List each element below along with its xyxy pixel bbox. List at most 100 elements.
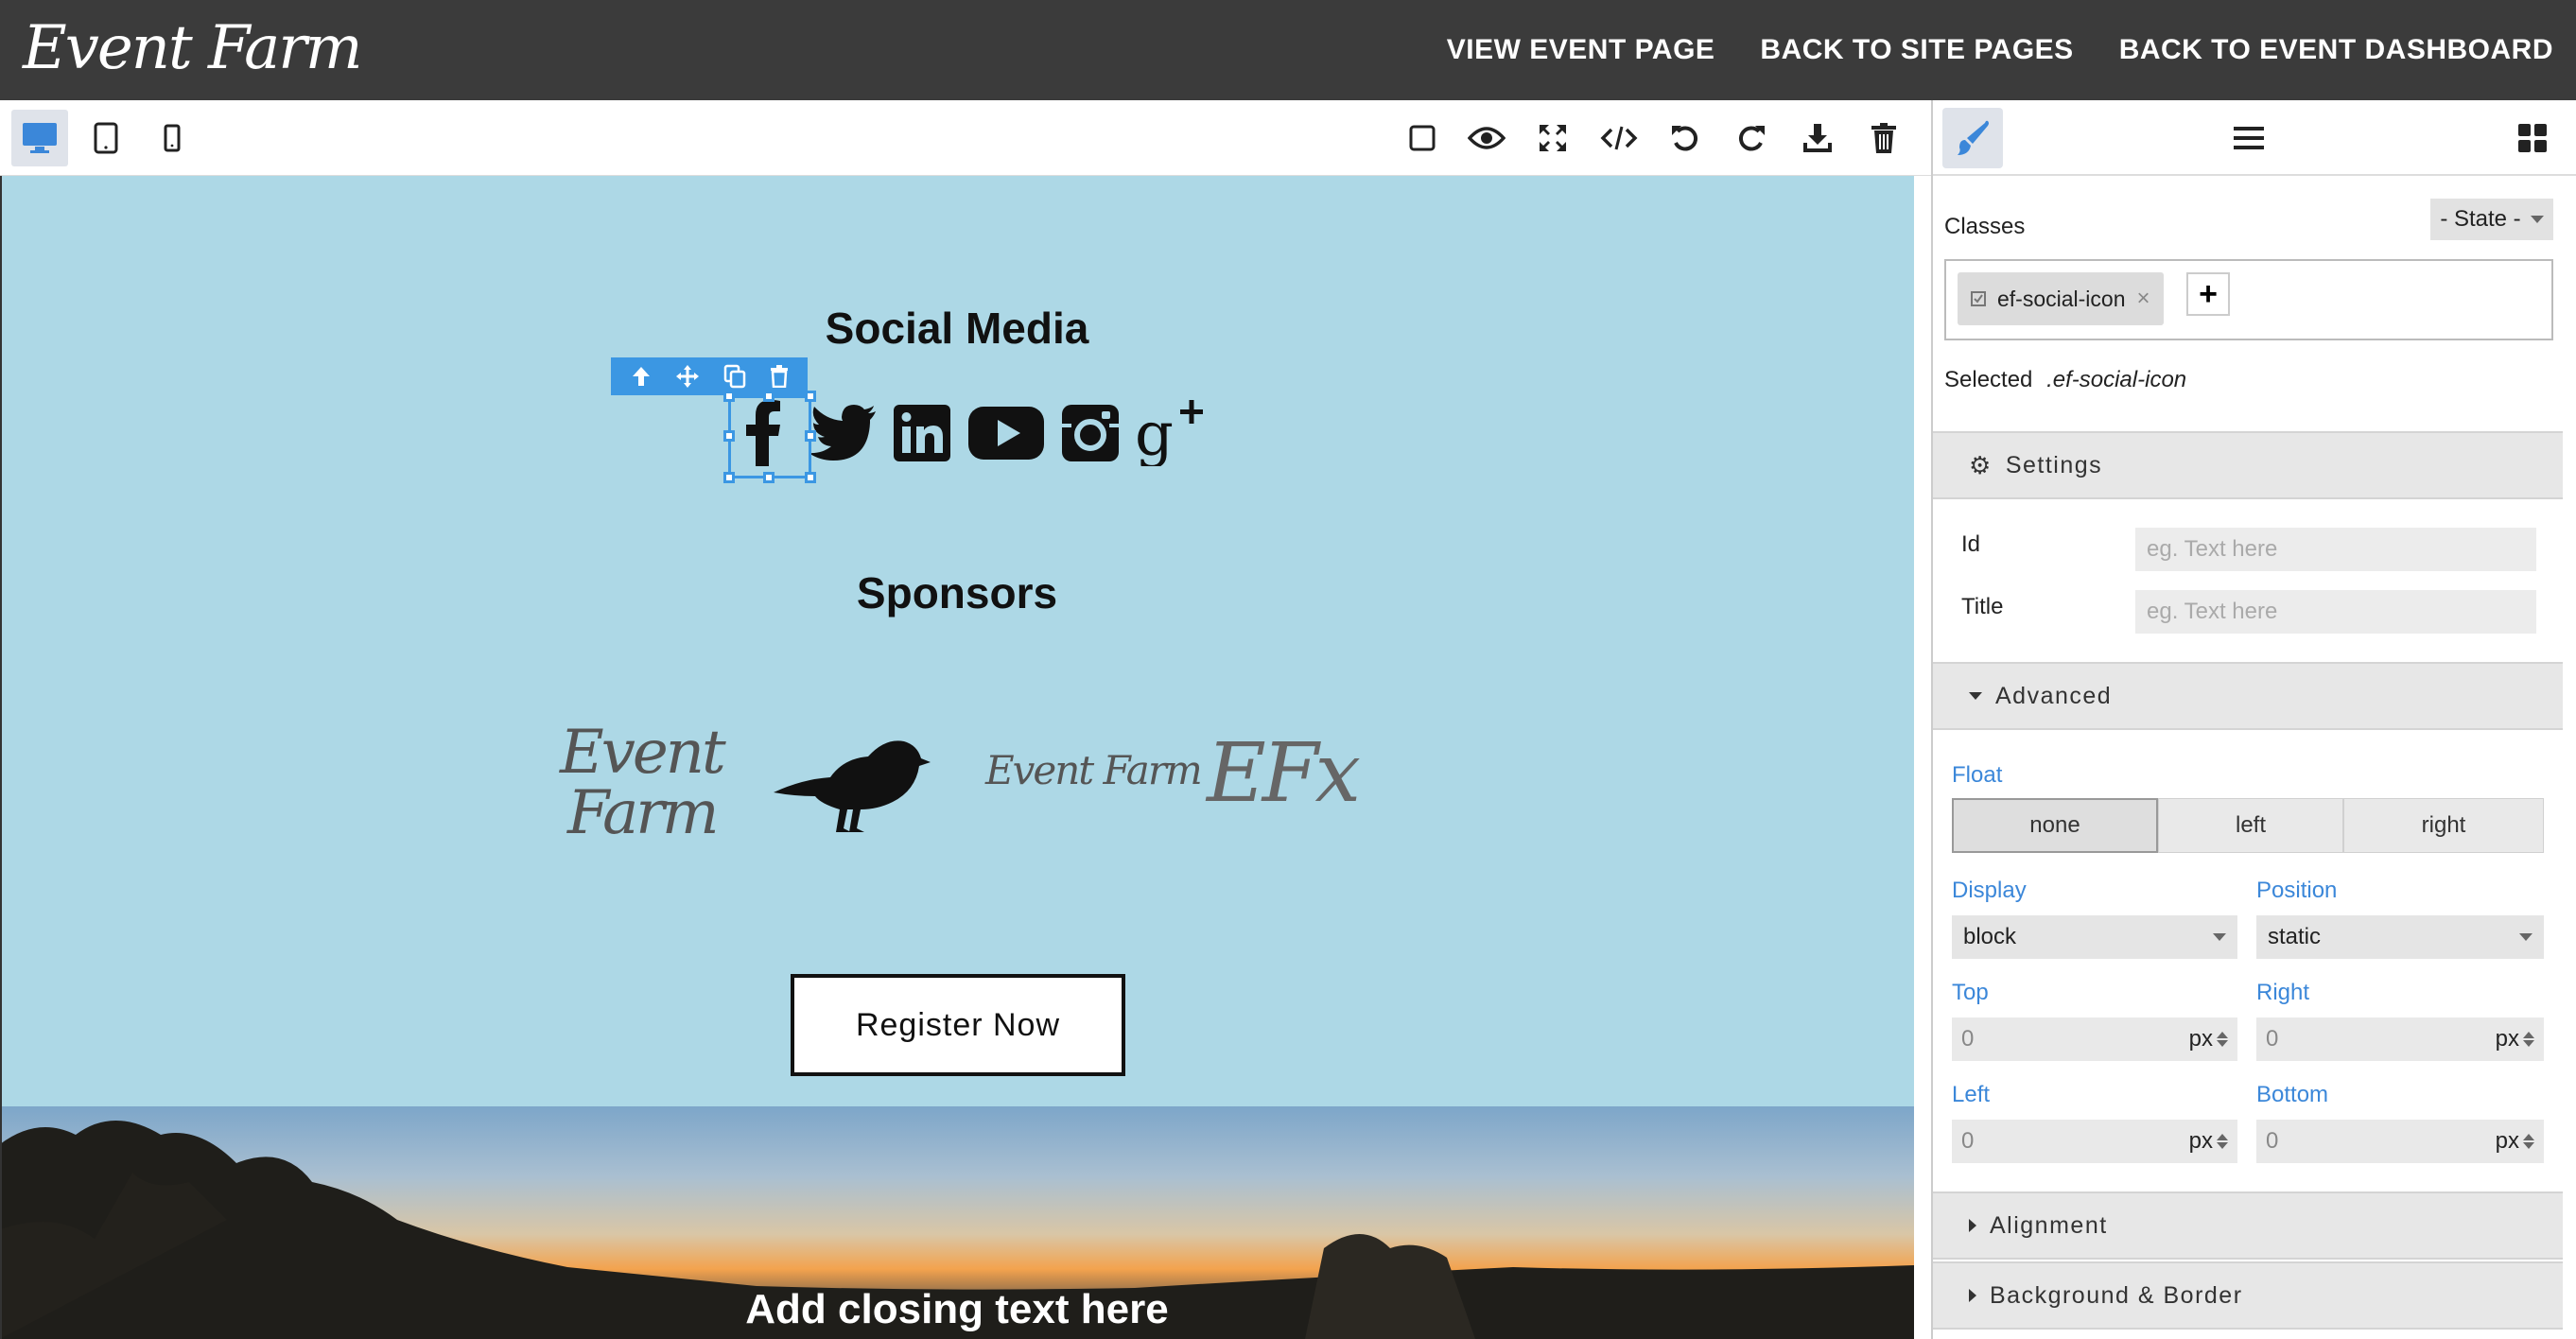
- id-input[interactable]: eg. Text here: [2135, 528, 2536, 571]
- twitter-social-icon[interactable]: [808, 398, 878, 468]
- redo-button[interactable]: [1729, 115, 1774, 161]
- gear-icon: ⚙: [1969, 450, 1993, 479]
- settings-section-header[interactable]: ⚙ Settings: [1933, 431, 2563, 499]
- download-icon: [1803, 124, 1832, 152]
- sponsor-logo-eventfarm-small[interactable]: Event Farm: [985, 747, 1203, 793]
- float-right-option[interactable]: right: [2343, 798, 2544, 853]
- youtube-social-icon[interactable]: [966, 398, 1046, 468]
- stepper-arrows-icon[interactable]: [2217, 1134, 2228, 1149]
- alignment-label: Alignment: [1990, 1211, 2108, 1239]
- google-plus-social-icon[interactable]: g: [1135, 398, 1205, 468]
- sponsor-logo-text: Farm: [567, 778, 720, 848]
- remove-tag-icon[interactable]: ×: [2137, 286, 2150, 312]
- float-none-option[interactable]: none: [1952, 798, 2158, 853]
- delete-icon[interactable]: [770, 365, 789, 388]
- back-to-event-dashboard-link[interactable]: BACK TO EVENT DASHBOARD: [2119, 34, 2553, 66]
- social-media-heading[interactable]: Social Media: [0, 303, 1914, 354]
- resize-handle[interactable]: [805, 391, 816, 402]
- view-event-page-link[interactable]: VIEW EVENT PAGE: [1447, 34, 1715, 66]
- float-label: Float: [1952, 762, 2003, 788]
- closing-section[interactable]: Add closing text here: [0, 1106, 1914, 1339]
- resize-handle[interactable]: [805, 472, 816, 483]
- stepper-arrows-icon[interactable]: [2523, 1134, 2534, 1149]
- display-select[interactable]: block: [1952, 915, 2237, 959]
- sponsor-logo-bird[interactable]: [774, 730, 931, 839]
- background-border-section-header[interactable]: Background & Border: [1933, 1261, 2563, 1330]
- code-view-button[interactable]: [1596, 115, 1642, 161]
- top-bar: Event Farm VIEW EVENT PAGE BACK TO SITE …: [0, 0, 2576, 100]
- export-button[interactable]: [1795, 115, 1840, 161]
- stepper-arrows-icon[interactable]: [2523, 1032, 2534, 1047]
- right-label: Right: [2256, 980, 2310, 1005]
- mobile-view-button[interactable]: [144, 110, 200, 166]
- classes-box: ef-social-icon × +: [1944, 259, 2553, 340]
- resize-handle[interactable]: [723, 430, 735, 442]
- clear-canvas-button[interactable]: [1861, 115, 1906, 161]
- class-tag[interactable]: ef-social-icon ×: [1958, 272, 2164, 325]
- preview-button[interactable]: [1464, 115, 1509, 161]
- unit-select[interactable]: px: [2496, 1128, 2534, 1155]
- event-farm-logo[interactable]: Event Farm: [23, 13, 363, 83]
- caret-right-icon: [1969, 1289, 1976, 1302]
- stepper-arrows-icon[interactable]: [2217, 1032, 2228, 1047]
- title-input[interactable]: eg. Text here: [2135, 590, 2536, 634]
- left-input[interactable]: 0 px: [1952, 1120, 2237, 1163]
- classes-label: Classes: [1944, 214, 2026, 239]
- state-select[interactable]: - State -: [2430, 199, 2553, 240]
- page-canvas[interactable]: Social Media g Sponsors Event Farm Event…: [0, 176, 1914, 1339]
- resize-handle[interactable]: [723, 391, 735, 402]
- panel-tabs: [1933, 100, 2576, 176]
- register-now-button[interactable]: Register Now: [791, 974, 1125, 1076]
- youtube-icon: [968, 407, 1044, 460]
- sponsor-logo-efx[interactable]: EFx: [1207, 726, 1361, 821]
- right-input[interactable]: 0 px: [2256, 1017, 2544, 1061]
- resize-handle[interactable]: [723, 472, 735, 483]
- closing-text[interactable]: Add closing text here: [0, 1286, 1914, 1333]
- outline-toggle-button[interactable]: [1400, 115, 1445, 161]
- back-to-site-pages-link[interactable]: BACK TO SITE PAGES: [1760, 34, 2073, 66]
- sponsors-heading[interactable]: Sponsors: [0, 567, 1914, 618]
- advanced-section-header[interactable]: Advanced: [1933, 662, 2563, 730]
- editor-toolbar: [0, 100, 1931, 176]
- layer-manager-tab[interactable]: [2219, 108, 2279, 168]
- position-select[interactable]: static: [2256, 915, 2544, 959]
- chevron-down-icon: [2519, 933, 2532, 941]
- copy-icon[interactable]: [723, 364, 746, 389]
- twitter-icon: [809, 405, 876, 461]
- style-manager-tab[interactable]: [1942, 108, 2003, 168]
- blocks-tab[interactable]: [2502, 108, 2563, 168]
- fullscreen-button[interactable]: [1530, 115, 1575, 161]
- unit-label: px: [2495, 1128, 2519, 1154]
- move-icon[interactable]: [675, 364, 700, 389]
- select-parent-icon[interactable]: [631, 365, 652, 388]
- right-value: 0: [2266, 1026, 2279, 1052]
- linkedin-social-icon[interactable]: [887, 398, 957, 468]
- selected-class-value: .ef-social-icon: [2046, 367, 2187, 392]
- top-nav: VIEW EVENT PAGE BACK TO SITE PAGES BACK …: [1447, 0, 2553, 100]
- resize-handle[interactable]: [763, 472, 775, 483]
- float-left-option[interactable]: left: [2158, 798, 2343, 853]
- background-border-label: Background & Border: [1990, 1281, 2243, 1309]
- top-input[interactable]: 0 px: [1952, 1017, 2237, 1061]
- resize-handle[interactable]: [763, 391, 775, 402]
- bottom-input[interactable]: 0 px: [2256, 1120, 2544, 1163]
- desktop-view-button[interactable]: [11, 110, 68, 166]
- undo-button[interactable]: [1662, 115, 1708, 161]
- top-label: Top: [1952, 980, 1989, 1005]
- checkbox-checked-icon[interactable]: [1971, 291, 1986, 306]
- sponsor-logo-eventfarm-stacked[interactable]: Event Farm: [560, 722, 726, 864]
- class-tag-label: ef-social-icon: [1997, 286, 2126, 311]
- unit-select[interactable]: px: [2189, 1026, 2228, 1052]
- selected-label: Selected .ef-social-icon: [1944, 367, 2186, 393]
- resize-handle[interactable]: [805, 430, 816, 442]
- unit-select[interactable]: px: [2189, 1128, 2228, 1155]
- instagram-social-icon[interactable]: [1055, 398, 1125, 468]
- display-label: Display: [1952, 878, 2027, 903]
- add-class-button[interactable]: +: [2186, 272, 2230, 316]
- alignment-section-header[interactable]: Alignment: [1933, 1191, 2563, 1260]
- tablet-view-button[interactable]: [78, 110, 134, 166]
- element-toolbar: [611, 357, 808, 395]
- code-icon: [1600, 126, 1638, 150]
- unit-select[interactable]: px: [2496, 1026, 2534, 1052]
- bottom-label: Bottom: [2256, 1082, 2329, 1107]
